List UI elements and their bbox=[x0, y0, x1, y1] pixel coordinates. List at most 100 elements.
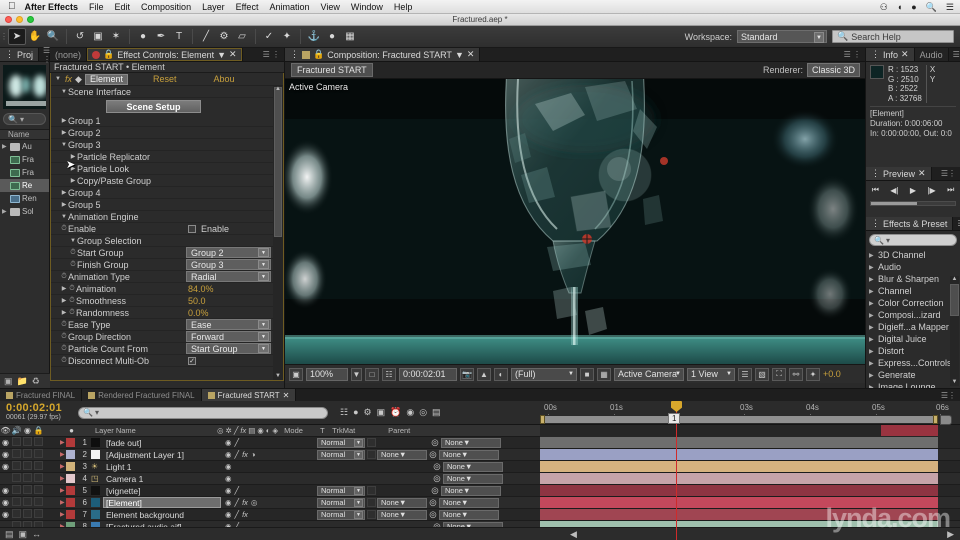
table-row[interactable]: ◉ ▶ 7 Element background ◉ ╱ fx Normal ▼ None ▼ ◎ No… bbox=[0, 509, 960, 521]
timeline-timecode-area[interactable]: 0:00:02:01 00061 (29.97 fps) bbox=[0, 403, 78, 422]
search-help-input[interactable]: 🔍 Search Help bbox=[832, 30, 954, 43]
ec-param-ease-type[interactable]: ⏱ Ease Type Ease ▼ bbox=[51, 319, 283, 331]
work-area-start-handle[interactable] bbox=[540, 415, 545, 424]
toggle-modes-icon[interactable]: ▣ bbox=[19, 529, 28, 540]
disclosure-triangle-icon[interactable]: ▶ bbox=[869, 252, 875, 259]
layer-duration-bar[interactable] bbox=[540, 485, 938, 496]
parent-pickwhip-icon[interactable]: ◎ bbox=[429, 485, 441, 496]
table-row[interactable]: ◉ ▶ 2 [Adjustment Layer 1] ◉ ╱ fx ◑ Normal ▼ None ▼… bbox=[0, 449, 960, 461]
ec-group-3[interactable]: ▼ Group 3 bbox=[51, 139, 283, 151]
timeline-search-input[interactable]: 🔍 ▾ bbox=[78, 406, 328, 419]
composition-viewer[interactable]: Active Camera bbox=[285, 79, 865, 364]
disclosure-triangle-icon[interactable]: ▶ bbox=[2, 208, 8, 215]
pan-behind-tool[interactable]: ✶ bbox=[107, 28, 125, 45]
type-tool[interactable]: T bbox=[170, 28, 188, 45]
menu-effect[interactable]: Effect bbox=[236, 2, 259, 12]
user-icon[interactable]: ● bbox=[911, 2, 916, 12]
workspace-dropdown[interactable]: Standard ▼ bbox=[737, 30, 827, 43]
close-icon[interactable]: ✕ bbox=[918, 168, 926, 179]
preview-progress-bar[interactable] bbox=[870, 201, 956, 206]
effect-category[interactable]: ▶ Express...Controls bbox=[866, 357, 960, 369]
disclosure-triangle-icon[interactable]: ▶ bbox=[2, 143, 8, 150]
effect-category[interactable]: ▶ Distort bbox=[866, 345, 960, 357]
tab-info[interactable]: ⋮ Info ✕ bbox=[866, 48, 915, 61]
solo-toggle[interactable] bbox=[22, 449, 33, 460]
3d-axis-icon[interactable]: ⚯ bbox=[789, 367, 803, 381]
disclosure-triangle-icon[interactable]: ▼ bbox=[60, 89, 68, 95]
camera-view-icon[interactable]: ⛶ bbox=[772, 367, 786, 381]
audio-switch-icon[interactable]: ◉ bbox=[225, 498, 232, 507]
grid-icon[interactable]: ▦ bbox=[341, 28, 359, 45]
lock-toggle[interactable] bbox=[33, 449, 44, 460]
disclosure-triangle-icon[interactable]: ▼ bbox=[60, 142, 68, 148]
disclosure-triangle-icon[interactable]: ▶ bbox=[869, 276, 875, 283]
ec-group-1[interactable]: ▶ Group 1 bbox=[51, 115, 283, 127]
mode-dropdown[interactable]: Normal ▼ bbox=[317, 437, 365, 448]
layer-duration-bar[interactable] bbox=[540, 473, 938, 484]
transparency-grid-icon[interactable]: ▦ bbox=[597, 367, 611, 381]
views-dropdown[interactable]: 1 View ▼ bbox=[687, 367, 735, 381]
mode-dropdown[interactable]: Normal ▼ bbox=[317, 497, 365, 508]
mask-icon[interactable]: □ bbox=[365, 367, 379, 381]
effect-category[interactable]: ▶ Digital Juice bbox=[866, 333, 960, 345]
stopwatch-icon[interactable]: ⏱ bbox=[68, 285, 76, 293]
solo-toggle[interactable] bbox=[22, 485, 33, 496]
play-icon[interactable]: ▶ bbox=[910, 186, 916, 195]
disclosure-triangle-icon[interactable]: ▶ bbox=[69, 177, 77, 184]
transform-switch-icon[interactable]: ╱ bbox=[235, 450, 240, 459]
solo-toggle[interactable] bbox=[22, 509, 33, 520]
ec-group-after-0[interactable]: ▶ Group 4 bbox=[51, 187, 283, 199]
parameter-value[interactable]: 0.0% bbox=[188, 308, 209, 318]
effects-scrollbar[interactable]: ▲ ▼ bbox=[950, 276, 959, 386]
fx-switch-icon[interactable]: fx bbox=[242, 450, 248, 459]
transform-switch-icon[interactable]: ╱ bbox=[235, 438, 240, 447]
layer-color-swatch[interactable] bbox=[66, 510, 75, 519]
ec-param-animation[interactable]: ▶ ⏱ Animation 84.0% bbox=[51, 283, 283, 295]
ec-subgroup[interactable]: ▶ Particle Look bbox=[51, 163, 283, 175]
tab-composition[interactable]: ⋮ 🔒 Composition: Fractured START ▼ ✕ bbox=[285, 48, 481, 61]
reset-button[interactable]: Reset bbox=[153, 74, 177, 84]
project-item[interactable]: ▶ Au bbox=[0, 140, 49, 153]
prev-frame-icon[interactable]: ◀| bbox=[890, 186, 898, 195]
mode-dropdown[interactable]: Normal ▼ bbox=[317, 449, 365, 460]
parent-dropdown[interactable]: None▼ bbox=[443, 461, 503, 472]
layer-color-swatch[interactable] bbox=[66, 462, 75, 471]
layer-name[interactable]: Light 1 bbox=[103, 461, 221, 472]
parameter-dropdown[interactable]: Group 3 ▼ bbox=[186, 259, 271, 270]
ec-param-group-direction[interactable]: ⏱ Group Direction Forward ▼ bbox=[51, 331, 283, 343]
stopwatch-icon[interactable]: ⏱ bbox=[60, 345, 68, 353]
solo-toggle[interactable] bbox=[22, 437, 33, 448]
region-of-interest-icon[interactable]: ▣ bbox=[289, 367, 303, 381]
info-panel-menu[interactable]: ☰⋮ bbox=[949, 48, 960, 61]
disclosure-triangle-icon[interactable]: ▶ bbox=[869, 324, 875, 331]
new-folder-icon[interactable]: 📁 bbox=[17, 376, 28, 387]
scroll-up-icon[interactable]: ▲ bbox=[274, 86, 282, 93]
audio-toggle[interactable] bbox=[11, 437, 22, 448]
scroll-up-icon[interactable]: ▲ bbox=[950, 276, 959, 283]
solo-toggle[interactable] bbox=[22, 497, 33, 508]
eraser-tool[interactable]: ▱ bbox=[233, 28, 251, 45]
zoom-level[interactable]: 100% bbox=[306, 367, 348, 381]
menu-app-name[interactable]: After Effects bbox=[25, 2, 79, 12]
stopwatch-icon[interactable]: ⏱ bbox=[68, 309, 76, 317]
apple-icon[interactable]:  bbox=[8, 1, 16, 12]
effect-controls-scrollbar[interactable]: ▲ ▼ bbox=[273, 86, 283, 380]
exposure-value[interactable]: +0.0 bbox=[823, 369, 841, 379]
work-area-end-handle[interactable] bbox=[933, 415, 938, 424]
layer-name[interactable]: [Adjustment Layer 1] bbox=[103, 449, 221, 460]
next-frame-icon[interactable]: |▶ bbox=[927, 186, 935, 195]
table-row[interactable]: ▶ 4 ◳ Camera 1 ◉ ◎ None ▼ bbox=[0, 473, 960, 485]
render-icon[interactable]: ☰ bbox=[738, 367, 752, 381]
stopwatch-icon[interactable]: ⏱ bbox=[60, 273, 68, 281]
effect-category[interactable]: ▶ Generate bbox=[866, 369, 960, 381]
audio-switch-icon[interactable]: ◉ bbox=[225, 450, 232, 459]
parent-dropdown[interactable]: None▼ bbox=[439, 497, 499, 508]
ec-param-disconnect-multi-ob[interactable]: ⏱ Disconnect Multi-Ob ✓ bbox=[51, 355, 283, 367]
parameter-dropdown[interactable]: Ease ▼ bbox=[186, 319, 271, 330]
parameter-checkbox[interactable]: ✓ bbox=[188, 356, 196, 365]
zoom-tool[interactable]: 🔍 bbox=[44, 28, 62, 45]
rotation-tool[interactable]: ↺ bbox=[71, 28, 89, 45]
resolution-dropdown[interactable]: (Full) ▼ bbox=[511, 367, 577, 381]
layer-name[interactable]: Camera 1 bbox=[103, 473, 221, 484]
parameter-dropdown[interactable]: Start Group ▼ bbox=[186, 343, 271, 354]
